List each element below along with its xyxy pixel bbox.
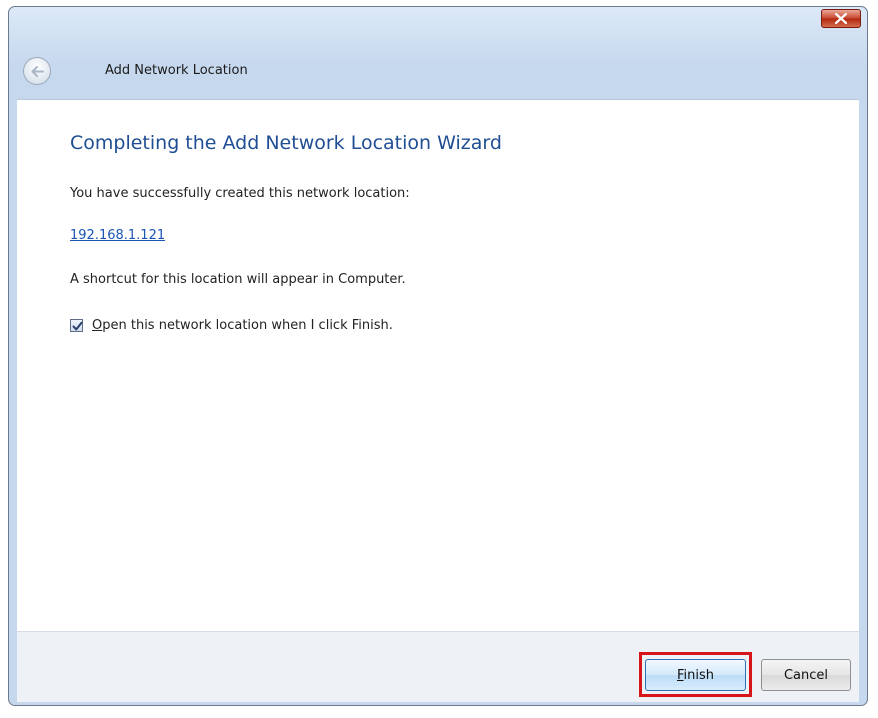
wizard-window: Add Network Location Completing the Add …	[8, 6, 868, 706]
wizard-heading: Completing the Add Network Location Wiza…	[70, 132, 502, 154]
back-button[interactable]	[23, 57, 51, 85]
wizard-footer: Finish Cancel	[17, 631, 859, 702]
success-message: You have successfully created this netwo…	[70, 186, 410, 201]
open-location-label-rest: pen this network location when I click F…	[102, 318, 393, 333]
back-arrow-icon	[31, 66, 44, 77]
close-button[interactable]	[821, 9, 861, 28]
window-title: Add Network Location	[105, 63, 248, 78]
mnemonic-o: O	[92, 318, 103, 333]
checkmark-icon	[72, 321, 83, 331]
shortcut-message: A shortcut for this location will appear…	[70, 272, 406, 287]
cancel-button[interactable]: Cancel	[761, 659, 851, 691]
open-location-label: Open this network location when I click …	[92, 318, 393, 333]
open-location-checkbox[interactable]	[70, 319, 83, 332]
wizard-content: Completing the Add Network Location Wiza…	[17, 99, 859, 632]
finish-label-rest: inish	[683, 667, 715, 683]
close-icon	[835, 13, 847, 24]
finish-button[interactable]: Finish	[645, 659, 746, 691]
network-location-link[interactable]: 192.168.1.121	[70, 228, 165, 243]
